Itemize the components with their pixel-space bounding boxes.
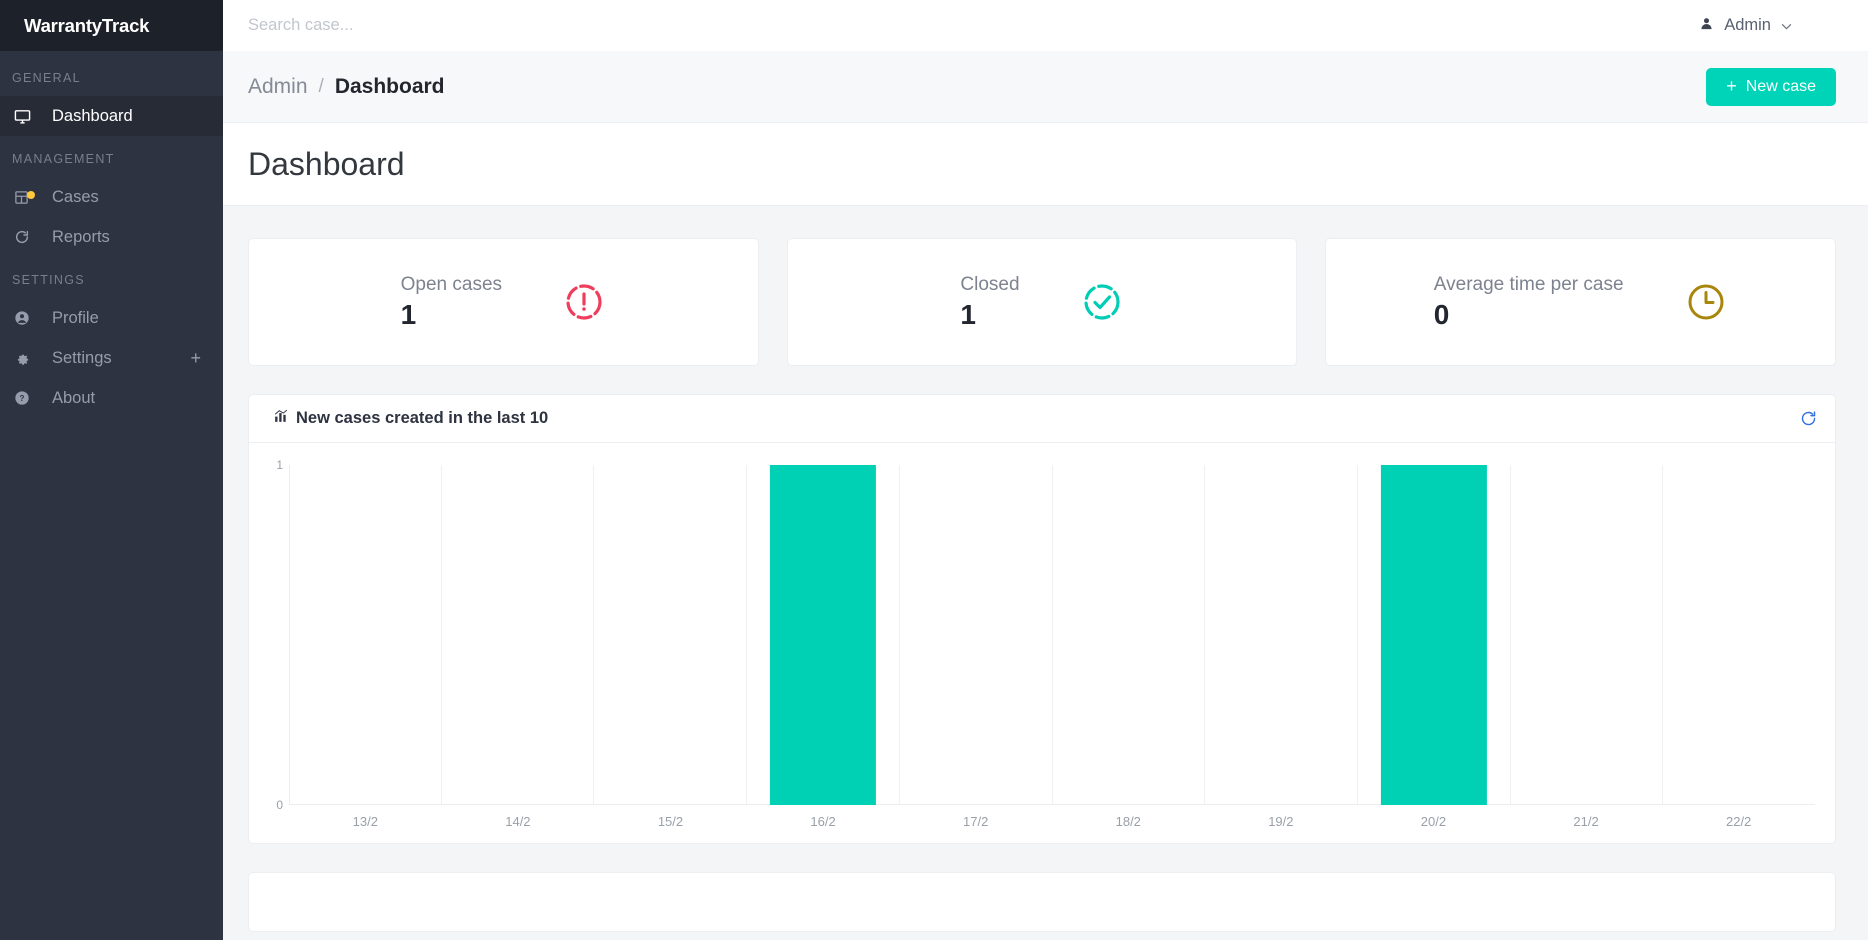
page-title-bar: Dashboard (223, 123, 1868, 206)
stat-value: 1 (400, 298, 417, 330)
breadcrumb-bar: Admin / Dashboard + New case (223, 51, 1868, 123)
user-circle-icon (14, 310, 41, 326)
app-root: WarrantyTrack GENERAL Dashboard MANAGEME… (0, 0, 1868, 940)
main-area: Admin Admin / Dashboard + New case Dashb… (223, 0, 1868, 940)
stat-cards: Open cases 1 Closed 1 Average time per c… (248, 238, 1837, 366)
sidebar-section-management: MANAGEMENT (12, 152, 115, 166)
stat-card-closed: Closed 1 (786, 238, 1298, 366)
page-content: Open cases 1 Closed 1 Average time per c… (223, 206, 1868, 940)
brand-name: WarrantyTrack (24, 14, 150, 36)
sidebar: WarrantyTrack GENERAL Dashboard MANAGEME… (0, 0, 223, 940)
chart-band (1053, 465, 1206, 805)
chart-band (1205, 465, 1358, 805)
sidebar-item-reports[interactable]: Reports (0, 217, 223, 257)
page-title: Dashboard (248, 145, 405, 182)
sidebar-item-cases[interactable]: Cases (0, 177, 223, 217)
stat-label: Closed (960, 273, 1020, 295)
sidebar-item-dashboard[interactable]: Dashboard (0, 96, 223, 136)
chart-title: New cases created in the last 10 (296, 409, 549, 427)
chart-band (747, 465, 900, 805)
chart-card-header: New cases created in the last 10 (249, 395, 1835, 443)
chart-bar[interactable] (1380, 465, 1487, 805)
y-tick-min: 0 (276, 798, 283, 812)
chart-band (1511, 465, 1664, 805)
sidebar-item-profile[interactable]: Profile (0, 298, 223, 338)
chart-x-labels: 13/2 14/2 15/2 16/2 17/2 18/2 19/2 20/2 21/2 22/2 (289, 814, 1815, 829)
breadcrumb-current: Dashboard (334, 74, 445, 98)
secondary-card (248, 872, 1836, 932)
alert-circle-dashed-icon (562, 280, 606, 324)
chart-band (594, 465, 748, 805)
monitor-icon (14, 108, 41, 125)
svg-text:?: ? (20, 394, 25, 403)
stat-text: Average time per case 0 (1434, 274, 1624, 331)
sidebar-nav: GENERAL Dashboard MANAGEMENT Cases Repor… (0, 51, 223, 940)
refresh-circle-icon (14, 229, 41, 245)
gear-icon (14, 350, 41, 366)
chart-band (1358, 465, 1511, 805)
user-menu[interactable]: Admin (1699, 16, 1844, 36)
chart-card-header-left: New cases created in the last 10 (274, 409, 548, 428)
chart-bands (289, 465, 1815, 805)
breadcrumb-parent[interactable]: Admin (248, 75, 308, 99)
sidebar-item-settings[interactable]: Settings + (0, 338, 223, 378)
sidebar-item-label: About (52, 388, 96, 407)
x-tick-label: 14/2 (505, 814, 531, 829)
chart-bar[interactable] (769, 465, 877, 805)
stat-value: 1 (960, 298, 976, 330)
clock-icon (1684, 280, 1728, 324)
x-tick-label: 18/2 (1115, 814, 1141, 829)
expand-settings-icon[interactable]: + (190, 349, 201, 367)
chart-band (289, 465, 442, 805)
refresh-icon[interactable] (1800, 410, 1817, 427)
user-name: Admin (1724, 16, 1771, 34)
check-circle-dashed-icon (1080, 280, 1124, 324)
stat-value: 0 (1433, 298, 1450, 330)
brand-logo[interactable]: WarrantyTrack (0, 0, 223, 51)
chart-band (900, 465, 1053, 805)
question-circle-icon: ? (14, 390, 41, 406)
chart-plot-area: 1 0 13/2 14/2 15/2 16/2 17/2 18/2 19/2 20/2 21/2… (249, 443, 1835, 843)
chart-band (1663, 465, 1815, 805)
x-tick-label: 21/2 (1573, 814, 1599, 829)
sidebar-item-label: Dashboard (52, 106, 133, 125)
x-tick-label: 17/2 (963, 814, 989, 829)
avatar-icon (1699, 16, 1714, 36)
x-tick-label: 19/2 (1268, 814, 1294, 829)
bar-chart-icon (274, 409, 288, 428)
stat-card-open-cases: Open cases 1 (248, 238, 759, 366)
breadcrumb: Admin / Dashboard (248, 75, 445, 99)
x-tick-label: 20/2 (1420, 814, 1447, 829)
new-case-button[interactable]: + New case (1706, 67, 1836, 106)
x-tick-label: 22/2 (1725, 814, 1752, 829)
chart-plot: 1 0 (276, 458, 1815, 812)
stat-label: Average time per case (1433, 273, 1624, 295)
stat-text: Open cases 1 (401, 274, 502, 331)
sidebar-item-about[interactable]: ? About (0, 378, 223, 418)
top-bar: Admin (223, 0, 1868, 51)
chart-band (442, 465, 595, 805)
sidebar-section-general: GENERAL (12, 71, 81, 85)
x-tick-label: 13/2 (352, 814, 378, 829)
sidebar-item-label: Reports (52, 227, 110, 246)
sidebar-section-settings: SETTINGS (12, 273, 85, 287)
new-case-label: New case (1745, 77, 1816, 95)
x-tick-label: 15/2 (657, 814, 684, 829)
grid-icon (14, 190, 41, 205)
stat-card-average-time: Average time per case 0 (1325, 238, 1837, 366)
chart-card: New cases created in the last 10 1 0 13/… (248, 394, 1836, 844)
sidebar-item-label: Profile (52, 308, 99, 327)
plus-icon: + (1726, 76, 1737, 96)
stat-text: Closed 1 (960, 274, 1019, 331)
stat-label: Open cases (400, 273, 503, 295)
x-tick-label: 16/2 (810, 814, 836, 829)
chevron-down-icon (1781, 19, 1792, 32)
y-tick-max: 1 (276, 458, 283, 472)
breadcrumb-separator: / (318, 75, 324, 97)
cases-badge-dot (27, 190, 35, 199)
sidebar-item-label: Cases (52, 187, 99, 206)
sidebar-item-label: Settings (52, 348, 112, 367)
search-input[interactable] (248, 16, 808, 35)
